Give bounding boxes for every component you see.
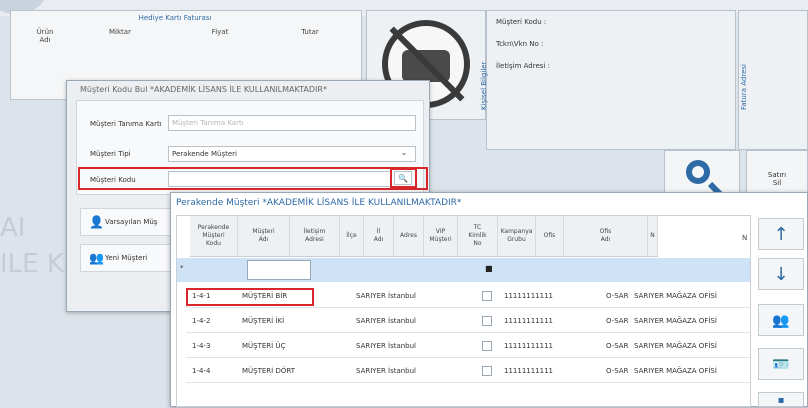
customer-info-panel [486,10,736,150]
cell-ad: MÜŞTERİ İKİ [242,317,285,325]
cell-tc: 11111111111 [504,342,553,350]
id-card-icon[interactable]: 🪪 [758,348,804,380]
col-header-2[interactable]: İletişim Adresi [290,216,340,257]
highlight-search-button [390,168,417,188]
dialog-title: Müşteri Kodu Bul *AKADEMİK LİSANS İLE KU… [80,85,327,94]
vip-checkbox[interactable] [482,291,492,301]
col-miktar[interactable]: Miktar [90,28,150,46]
cell-ad: MÜŞTERİ DÖRT [242,367,295,375]
cell-kod: 1-4-4 [192,367,211,375]
info-iletisim: İletişim Adresi : [496,62,550,70]
kisisel-bilgiler-label: Kişisel Bilgiler [480,61,488,110]
col-header-5[interactable]: Adres [394,216,424,257]
col-header-6[interactable]: VIP Müşteri [424,216,458,257]
info-musteri-kodu: Müşteri Kodu : [496,18,547,26]
varsayilan-label: Varsayılan Müş [105,218,158,226]
cell-il: İstanbul [388,292,417,300]
col-header-8[interactable]: Kampanya Grubu [498,216,536,257]
musteri-tanima-karti-input[interactable]: Müşteri Tanıma Kartı [168,115,416,131]
col-header-7[interactable]: TC Kimlik No [458,216,498,257]
vip-checkbox[interactable] [482,341,492,351]
col-n-partial: N [742,234,748,242]
cell-ofis_adi: SARIYER MAĞAZA OFİSİ [634,292,717,300]
col-header-4[interactable]: İl Adı [364,216,394,257]
col-header-9[interactable]: Ofis [536,216,564,257]
cell-il: İstanbul [388,342,417,350]
tip-label: Müşteri Tipi [90,150,131,158]
cell-ofis_adi: SARIYER MAĞAZA OFİSİ [634,317,717,325]
kart-label: Müşteri Tanıma Kartı [90,120,162,128]
users-icon: 👥 [89,251,104,265]
cell-ofis: O-SAR [606,367,629,375]
fatura-adresi-label: Fatura Adresi [740,64,748,110]
new-row-input[interactable] [247,260,311,280]
cell-kod: 1-4-2 [192,317,211,325]
cell-ofis_adi: SARIYER MAĞAZA OFİSİ [634,367,717,375]
user-icon: 👤 [89,215,104,229]
table-row[interactable]: 1-4-3 MÜŞTERİ ÜÇ SARIYER İstanbul 1111111111… [186,334,750,358]
table-row[interactable]: 1-4-4 MÜŞTERİ DÖRT SARIYER İstanbul 11111111… [186,359,750,383]
col-header-3[interactable]: İlçe [340,216,364,257]
vip-checkbox[interactable] [482,366,492,376]
chevron-down-icon[interactable]: ⌄ [396,146,412,160]
arrow-up-icon[interactable]: ↑ [758,218,804,250]
arrow-down-icon[interactable]: ↓ [758,258,804,290]
hediye-karti-title: Hediye Kartı Faturası [138,14,212,22]
col-urun-adi[interactable]: Ürün Adı [20,28,70,46]
highlight-musteri-kodu [78,167,428,190]
yeni-label: Yeni Müşteri [105,254,148,262]
cell-ofis: O-SAR [606,342,629,350]
more-icon[interactable]: ▪ [758,392,804,407]
cell-ofis: O-SAR [606,292,629,300]
cell-ofis_adi: SARIYER MAĞAZA OFİSİ [634,342,717,350]
info-tckn: Tckn\Vkn No : [496,40,544,48]
highlight-first-row [186,288,314,306]
col-header-0[interactable]: Perakende Müşteri Kodu [190,216,238,257]
new-row-marker: * [180,264,184,272]
cell-ofis: O-SAR [606,317,629,325]
cell-tc: 11111111111 [504,317,553,325]
cell-tc: 11111111111 [504,292,553,300]
cell-ilce: SARIYER [356,292,386,300]
cell-ilce: SARIYER [356,367,386,375]
col-header-11[interactable]: N [648,216,658,257]
table-row[interactable]: 1-4-2 MÜŞTERİ İKİ SARIYER İstanbul 111111111… [186,309,750,333]
col-header-10[interactable]: Ofis Adı [564,216,648,257]
varsayilan-musteri-button[interactable]: 👤 Varsayılan Müş [80,208,180,236]
cell-il: İstanbul [388,317,417,325]
cell-kod: 1-4-3 [192,342,211,350]
yeni-musteri-button[interactable]: 👥 Yeni Müşteri [80,244,180,272]
cell-ilce: SARIYER [356,342,386,350]
col-tutar[interactable]: Tutar [280,28,340,46]
vip-indicator: ■ [485,264,493,273]
users-icon[interactable]: 👥 [758,304,804,336]
col-header-1[interactable]: Müşteri Adı [238,216,290,257]
vip-checkbox[interactable] [482,316,492,326]
cell-ilce: SARIYER [356,317,386,325]
cell-il: İstanbul [388,367,417,375]
cell-ad: MÜŞTERİ ÜÇ [242,342,286,350]
musteri-tipi-select[interactable]: Perakende Müşteri [168,146,416,162]
search-icon [686,160,710,184]
col-fiyat[interactable]: Fiyat [190,28,250,46]
dialog2-title: Perakende Müşteri *AKADEMİK LİSANS İLE K… [176,198,462,208]
cell-tc: 11111111111 [504,367,553,375]
